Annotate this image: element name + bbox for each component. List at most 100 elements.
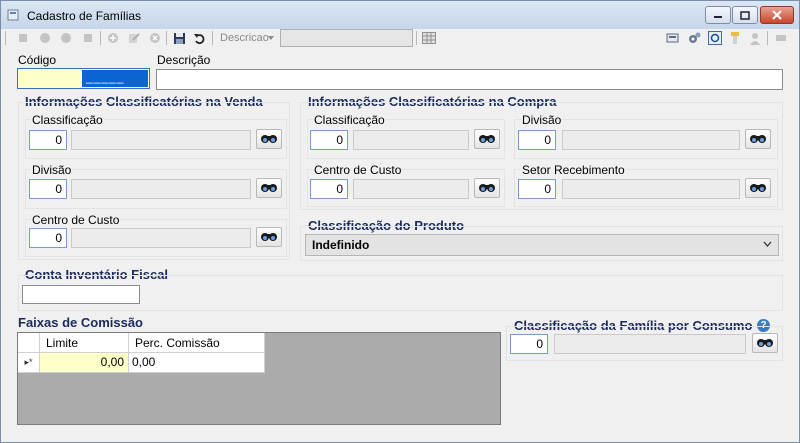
venda-classificacao-search-button[interactable]: [256, 129, 282, 149]
grid-cell-limite[interactable]: 0,00: [40, 353, 129, 373]
toolbar-separator: [5, 31, 6, 45]
compra-setor-recebimento-input[interactable]: 0: [518, 179, 556, 199]
chevron-down-icon[interactable]: [268, 36, 274, 40]
search-field-label[interactable]: Descricao: [220, 32, 269, 44]
produto-selected-value: Indefinido: [312, 238, 370, 252]
minimize-icon: [714, 16, 722, 18]
save-button[interactable]: [171, 30, 187, 46]
compra-centro-custo-label: Centro de Custo: [313, 163, 403, 177]
compra-centro-custo-description: [353, 179, 469, 199]
window-title: Cadastro de Famílias: [27, 9, 142, 23]
gear-icon: [688, 32, 700, 43]
user-icon: [750, 32, 760, 45]
binoculars-icon: [261, 184, 277, 192]
consumo-input[interactable]: 0: [510, 334, 548, 354]
comissao-grid[interactable]: Limite Perc. Comissão ▸* 0,00 0,00: [17, 332, 501, 425]
compra-divisao-search-button[interactable]: [745, 129, 771, 149]
compra-divisao-label: Divisão: [521, 113, 563, 127]
refresh-button[interactable]: [707, 30, 723, 46]
comissao-group-title: Faixas de Comissão: [18, 315, 143, 330]
close-button[interactable]: [760, 6, 794, 24]
add-icon: [108, 33, 118, 43]
note-button[interactable]: [727, 30, 743, 46]
app-icon: [7, 9, 19, 21]
venda-centro-custo-description: [71, 228, 251, 248]
descricao-input[interactable]: [156, 69, 783, 90]
last-record-button[interactable]: [80, 30, 96, 46]
venda-centro-custo-search-button[interactable]: [256, 227, 282, 247]
save-icon: [173, 32, 185, 44]
toolbar-separator: [100, 31, 101, 45]
grid-header-perc-comissao[interactable]: Perc. Comissão: [129, 333, 265, 353]
delete-record-button[interactable]: [147, 30, 163, 46]
settings-button[interactable]: [686, 30, 702, 46]
compra-centro-custo-input[interactable]: 0: [310, 179, 348, 199]
user-button[interactable]: [747, 30, 763, 46]
compra-setor-recebimento-description: [562, 179, 740, 199]
grid-corner-header: [18, 333, 40, 353]
venda-classificacao-description: [71, 130, 251, 150]
venda-centro-custo-label: Centro de Custo: [31, 213, 121, 227]
codigo-value: _____: [82, 70, 148, 87]
venda-classificacao-label: Classificação: [31, 113, 104, 127]
chevron-down-icon: [763, 241, 772, 247]
toolbar: Descricao: [1, 29, 799, 47]
compra-classificacao-label: Classificação: [313, 113, 386, 127]
close-icon: [772, 10, 782, 20]
venda-divisao-description: [71, 179, 251, 199]
compra-setor-recebimento-label: Setor Recebimento: [521, 163, 626, 177]
produto-select[interactable]: Indefinido: [305, 234, 779, 256]
last-record-icon: [84, 34, 92, 42]
main-window: Cadastro de Famílias Descricao Código __…: [0, 0, 800, 443]
previous-record-button[interactable]: [37, 30, 53, 46]
binoculars-icon: [479, 135, 495, 143]
compra-centro-custo-search-button[interactable]: [474, 178, 500, 198]
undo-button[interactable]: [191, 30, 207, 46]
minimize-button[interactable]: [705, 6, 731, 24]
edit-record-button[interactable]: [126, 30, 142, 46]
consumo-search-button[interactable]: [752, 333, 778, 353]
grid-cell-perc-comissao[interactable]: 0,00: [129, 353, 265, 373]
consumo-description: [554, 334, 746, 354]
first-record-button[interactable]: [15, 30, 31, 46]
grid-icon: [422, 32, 436, 44]
menu-button[interactable]: [773, 30, 789, 46]
compra-classificacao-description: [353, 130, 469, 150]
new-record-button[interactable]: [105, 30, 121, 46]
toolbar-separator: [166, 31, 167, 45]
edit-icon: [129, 33, 140, 43]
descricao-label: Descrição: [157, 53, 211, 67]
venda-divisao-search-button[interactable]: [256, 178, 282, 198]
search-input[interactable]: [280, 29, 413, 47]
compra-classificacao-input[interactable]: 0: [310, 130, 348, 150]
previous-record-icon: [40, 33, 50, 43]
binoculars-icon: [261, 233, 277, 241]
next-record-icon: [61, 33, 71, 43]
compra-divisao-input[interactable]: 0: [518, 130, 556, 150]
venda-centro-custo-input[interactable]: 0: [29, 228, 67, 248]
compra-divisao-description: [562, 130, 740, 150]
grid-view-button[interactable]: [421, 30, 437, 46]
first-record-icon: [19, 34, 27, 42]
venda-classificacao-input[interactable]: 0: [29, 130, 67, 150]
venda-divisao-label: Divisão: [31, 163, 73, 177]
next-record-button[interactable]: [58, 30, 74, 46]
compra-classificacao-search-button[interactable]: [474, 129, 500, 149]
maximize-button[interactable]: [732, 6, 758, 24]
grid-row-marker[interactable]: ▸*: [18, 353, 40, 373]
delete-icon: [150, 33, 160, 43]
codigo-input[interactable]: _____: [17, 68, 150, 89]
compra-setor-recebimento-search-button[interactable]: [745, 178, 771, 198]
report-button[interactable]: [665, 30, 681, 46]
binoculars-icon: [479, 184, 495, 192]
grid-header-limite[interactable]: Limite: [40, 333, 129, 353]
binoculars-icon: [261, 135, 277, 143]
inventario-input[interactable]: [22, 285, 140, 304]
codigo-label: Código: [18, 53, 57, 67]
maximize-icon: [740, 10, 750, 20]
venda-divisao-input[interactable]: 0: [29, 179, 67, 199]
toolbar-separator: [416, 31, 417, 45]
menu-icon: [776, 35, 786, 41]
binoculars-icon: [750, 135, 766, 143]
title-bar: Cadastro de Famílias: [1, 1, 799, 29]
